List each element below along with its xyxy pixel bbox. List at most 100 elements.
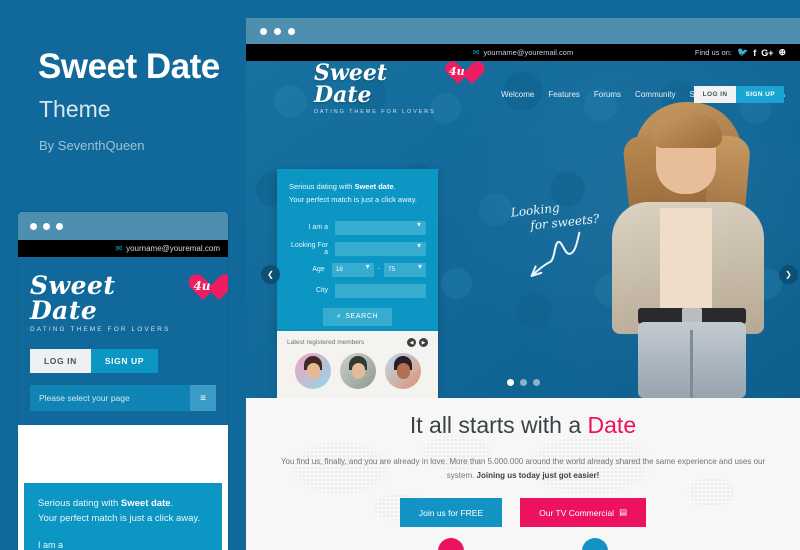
nav-item-welcome[interactable]: Welcome [501, 90, 534, 101]
google-plus-icon[interactable]: G+ [761, 48, 773, 58]
slider-dot-2[interactable] [519, 379, 527, 386]
mobile-mockup: ✉ yourname@youremal.com Sweet Date DATIN… [18, 212, 228, 550]
search-row-city: City [289, 283, 426, 298]
slider-dots [246, 379, 800, 386]
nav-item-features[interactable]: Features [548, 90, 580, 101]
join-free-label: Join us for FREE [418, 507, 484, 518]
window-dot-green[interactable] [56, 222, 63, 230]
heart-icon: 4u [188, 275, 216, 303]
age-label: Age [312, 266, 325, 273]
window-dot-green[interactable] [288, 27, 295, 35]
age-max-select[interactable]: 75 [384, 262, 426, 277]
latest-members-card: Latest registered members ◀ ▶ [277, 331, 438, 398]
search-card-intro: Serious dating with Sweet date. Your per… [277, 169, 438, 207]
desktop-login-button[interactable]: LOG IN [693, 86, 737, 103]
age-min-select[interactable]: 18 [331, 262, 374, 277]
mobile-topbar: ✉ yourname@youremal.com [18, 240, 228, 257]
mobile-logo[interactable]: Sweet Date DATING THEME FOR LOVERS 4u [30, 273, 216, 333]
search-button-label: SEARCH [345, 313, 379, 320]
desktop-signup-button[interactable]: SIGN UP [736, 86, 784, 103]
mobile-intro-prefix: Serious dating with [38, 498, 121, 509]
nav-item-forums[interactable]: Forums [594, 90, 621, 101]
join-free-button[interactable]: Join us for FREE [399, 498, 503, 527]
mobile-hero: Sweet Date DATING THEME FOR LOVERS 4u LO… [18, 257, 228, 425]
nav-item-community[interactable]: Community [635, 90, 675, 101]
cta-buttons: Join us for FREE Our TV Commercial ▤ [246, 498, 800, 527]
hamburger-icon[interactable]: ≡ [190, 385, 216, 411]
desktop-email[interactable]: yourname@youremail.com [483, 48, 573, 57]
hero-model-photo [582, 98, 792, 398]
slider-dot-1[interactable] [506, 379, 514, 386]
latest-members-title: Latest registered members [287, 339, 365, 346]
feature-circle-blue [582, 538, 608, 550]
envelope-icon: ✉ [472, 48, 480, 57]
mobile-intro-line2: Your perfect match is just a click away. [38, 512, 201, 524]
tv-icon: ▤ [619, 507, 628, 517]
search-row-age: Age 18 - 75 [289, 262, 426, 277]
page-title: Sweet Date [38, 47, 220, 86]
facebook-icon[interactable]: f [753, 48, 756, 58]
looking-for-label: Looking For a [291, 241, 328, 256]
mobile-email[interactable]: yourname@youremal.com [126, 244, 220, 253]
desktop-window-chrome [246, 18, 800, 44]
cta-heading-accent: Date [587, 412, 637, 438]
hero-handwritten-text: Looking for sweets? [510, 197, 605, 284]
window-dot-yellow[interactable] [274, 27, 281, 35]
cta-section: It all starts with a Date You find us, f… [246, 398, 800, 550]
looking-for-select[interactable] [335, 241, 426, 256]
caret-left-icon[interactable]: ◀ [407, 338, 416, 347]
iam-select[interactable] [335, 220, 426, 235]
mobile-logo-badge: 4u [193, 279, 211, 293]
squiggle-arrow-icon [530, 231, 581, 277]
desktop-logo-script: Sweet Date [314, 61, 387, 108]
mobile-auth-buttons: LOG IN SIGN UP [30, 349, 216, 373]
find-us-label: Find us on: [694, 48, 732, 57]
search-button[interactable]: ⌕ SEARCH [322, 307, 393, 326]
mobile-window-chrome [18, 212, 228, 240]
search-intro-prefix: Serious dating with [289, 182, 355, 191]
mobile-intro-brand: Sweet date [120, 498, 171, 509]
hero-slider: Sweet Date DATING THEME FOR LOVERS 4u We… [246, 61, 800, 398]
pinterest-icon[interactable]: ⊕ [778, 47, 786, 58]
topbar-social-group: Find us on: 🐦 f G+ ⊕ [695, 47, 786, 58]
mobile-search-form: Serious dating with Sweet date. Your per… [24, 483, 222, 550]
search-card-pointer [288, 323, 302, 331]
desktop-logo-badge: 4u [449, 64, 465, 78]
topbar-email-group: ✉ yourname@youremail.com [473, 48, 573, 57]
search-row-looking: Looking For a [289, 241, 426, 256]
window-dot-yellow[interactable] [43, 222, 50, 230]
mobile-signup-button[interactable]: SIGN UP [90, 349, 159, 373]
mobile-login-button[interactable]: LOG IN [30, 349, 91, 373]
mobile-page-select-label: Please select your page [39, 393, 130, 403]
window-dot-red[interactable] [30, 222, 37, 230]
page-subtitle: Theme [39, 96, 111, 122]
desktop-topbar: ✉ yourname@youremail.com Find us on: 🐦 f… [246, 44, 800, 61]
city-input[interactable] [335, 283, 426, 298]
tv-commercial-button[interactable]: Our TV Commercial ▤ [520, 498, 647, 527]
mobile-logo-tagline: DATING THEME FOR LOVERS [30, 326, 171, 333]
cta-heading-plain: It all starts with a [409, 412, 588, 438]
heart-icon: 4u [445, 62, 470, 87]
mobile-form-intro: Serious dating with Sweet date. Your per… [38, 497, 208, 526]
search-intro-line2: Your perfect match is just a click away. [289, 194, 417, 204]
slider-dot-3[interactable] [532, 379, 540, 386]
search-intro-brand: Sweet date [354, 182, 394, 191]
desktop-logo-tagline: DATING THEME FOR LOVERS [314, 108, 436, 115]
caret-right-icon[interactable]: ▶ [419, 338, 428, 347]
desktop-auth-buttons: LOG IN SIGN UP [693, 86, 784, 103]
search-form: I am a Looking For a Age 18 - 75 Cit [277, 207, 438, 338]
desktop-logo[interactable]: Sweet Date DATING THEME FOR LOVERS 4u [314, 62, 469, 115]
mobile-iam-label: I am a [38, 540, 64, 550]
window-dot-red[interactable] [260, 27, 267, 35]
slider-next-button[interactable]: ❯ [779, 265, 798, 284]
twitter-icon[interactable]: 🐦 [737, 47, 748, 58]
mobile-logo-script: Sweet Date [30, 271, 116, 325]
cta-paragraph-bold: Joining us today just got easier! [476, 471, 600, 480]
feature-circles [246, 538, 800, 550]
mobile-intro-suffix: . [170, 498, 174, 509]
mobile-page-select[interactable]: Please select your page ≡ [30, 385, 216, 411]
envelope-icon: ✉ [115, 244, 123, 253]
slider-prev-button[interactable]: ❮ [261, 265, 280, 284]
cta-paragraph: You find us, finally, and you are alread… [274, 455, 772, 483]
feature-circle-pink [438, 538, 464, 550]
